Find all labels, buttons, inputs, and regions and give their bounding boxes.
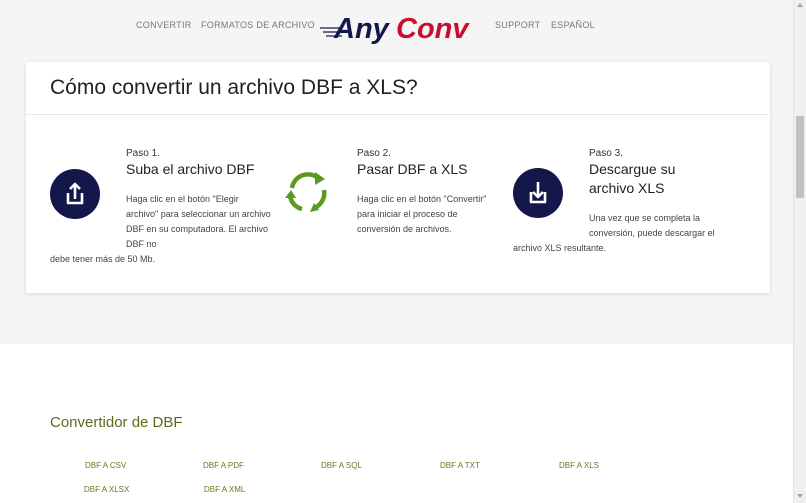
nav-convert-link[interactable]: CONVERTIR — [136, 20, 192, 30]
link-dbf-txt[interactable]: DBF A TXT — [440, 461, 480, 470]
card-divider — [26, 114, 770, 115]
scrollbar-thumb[interactable] — [796, 116, 804, 198]
step-2-number: Paso 2. — [357, 148, 391, 159]
nav-language-link[interactable]: ESPAÑOL — [551, 20, 595, 30]
step-3-description-end: archivo XLS resultante. — [513, 243, 607, 253]
step-1-title: Suba el archivo DBF — [126, 161, 255, 177]
link-dbf-xml[interactable]: DBF A XML — [204, 485, 245, 494]
logo-text-conv: Conv — [396, 13, 470, 45]
vertical-scrollbar[interactable] — [793, 0, 806, 503]
anyconv-logo[interactable]: Any Conv — [320, 6, 475, 46]
upload-icon — [50, 169, 100, 219]
logo-text-any: Any — [333, 13, 391, 45]
scroll-down-arrow-icon[interactable] — [797, 494, 803, 498]
link-dbf-xls[interactable]: DBF A XLS — [559, 461, 599, 470]
link-dbf-csv[interactable]: DBF A CSV — [85, 461, 126, 470]
nav-formats-link[interactable]: FORMATOS DE ARCHIVO — [201, 20, 315, 30]
how-to-title: Cómo convertir un archivo DBF a XLS? — [50, 76, 418, 99]
download-icon — [513, 168, 563, 218]
link-dbf-sql[interactable]: DBF A SQL — [321, 461, 362, 470]
link-dbf-xlsx[interactable]: DBF A XLSX — [84, 485, 129, 494]
step-2-title: Pasar DBF a XLS — [357, 161, 468, 177]
refresh-cycle-icon — [285, 172, 327, 212]
step-3-number: Paso 3. — [589, 148, 623, 159]
step-3-description: Una vez que se completa la conversión, p… — [589, 213, 715, 238]
scroll-up-arrow-icon[interactable] — [797, 3, 803, 7]
converter-section: Convertidor de DBF DBF A CSV DBF A PDF D… — [0, 344, 793, 503]
top-nav: CONVERTIR FORMATOS DE ARCHIVO Any Conv S… — [0, 0, 793, 50]
step-1-number: Paso 1. — [126, 148, 160, 159]
how-to-card: Cómo convertir un archivo DBF a XLS? Pas… — [26, 62, 770, 293]
step-1-description: Haga clic en el botón "Elegir archivo" p… — [126, 194, 271, 249]
converter-title: Convertidor de DBF — [50, 414, 183, 431]
step-1-description-end: debe tener más de 50 Mb. — [50, 254, 156, 264]
step-2-description: Haga clic en el botón "Convertir" para i… — [357, 194, 487, 234]
step-3-title: Descargue su archivo XLS — [589, 161, 676, 196]
link-dbf-pdf[interactable]: DBF A PDF — [203, 461, 244, 470]
nav-support-link[interactable]: SUPPORT — [495, 20, 540, 30]
